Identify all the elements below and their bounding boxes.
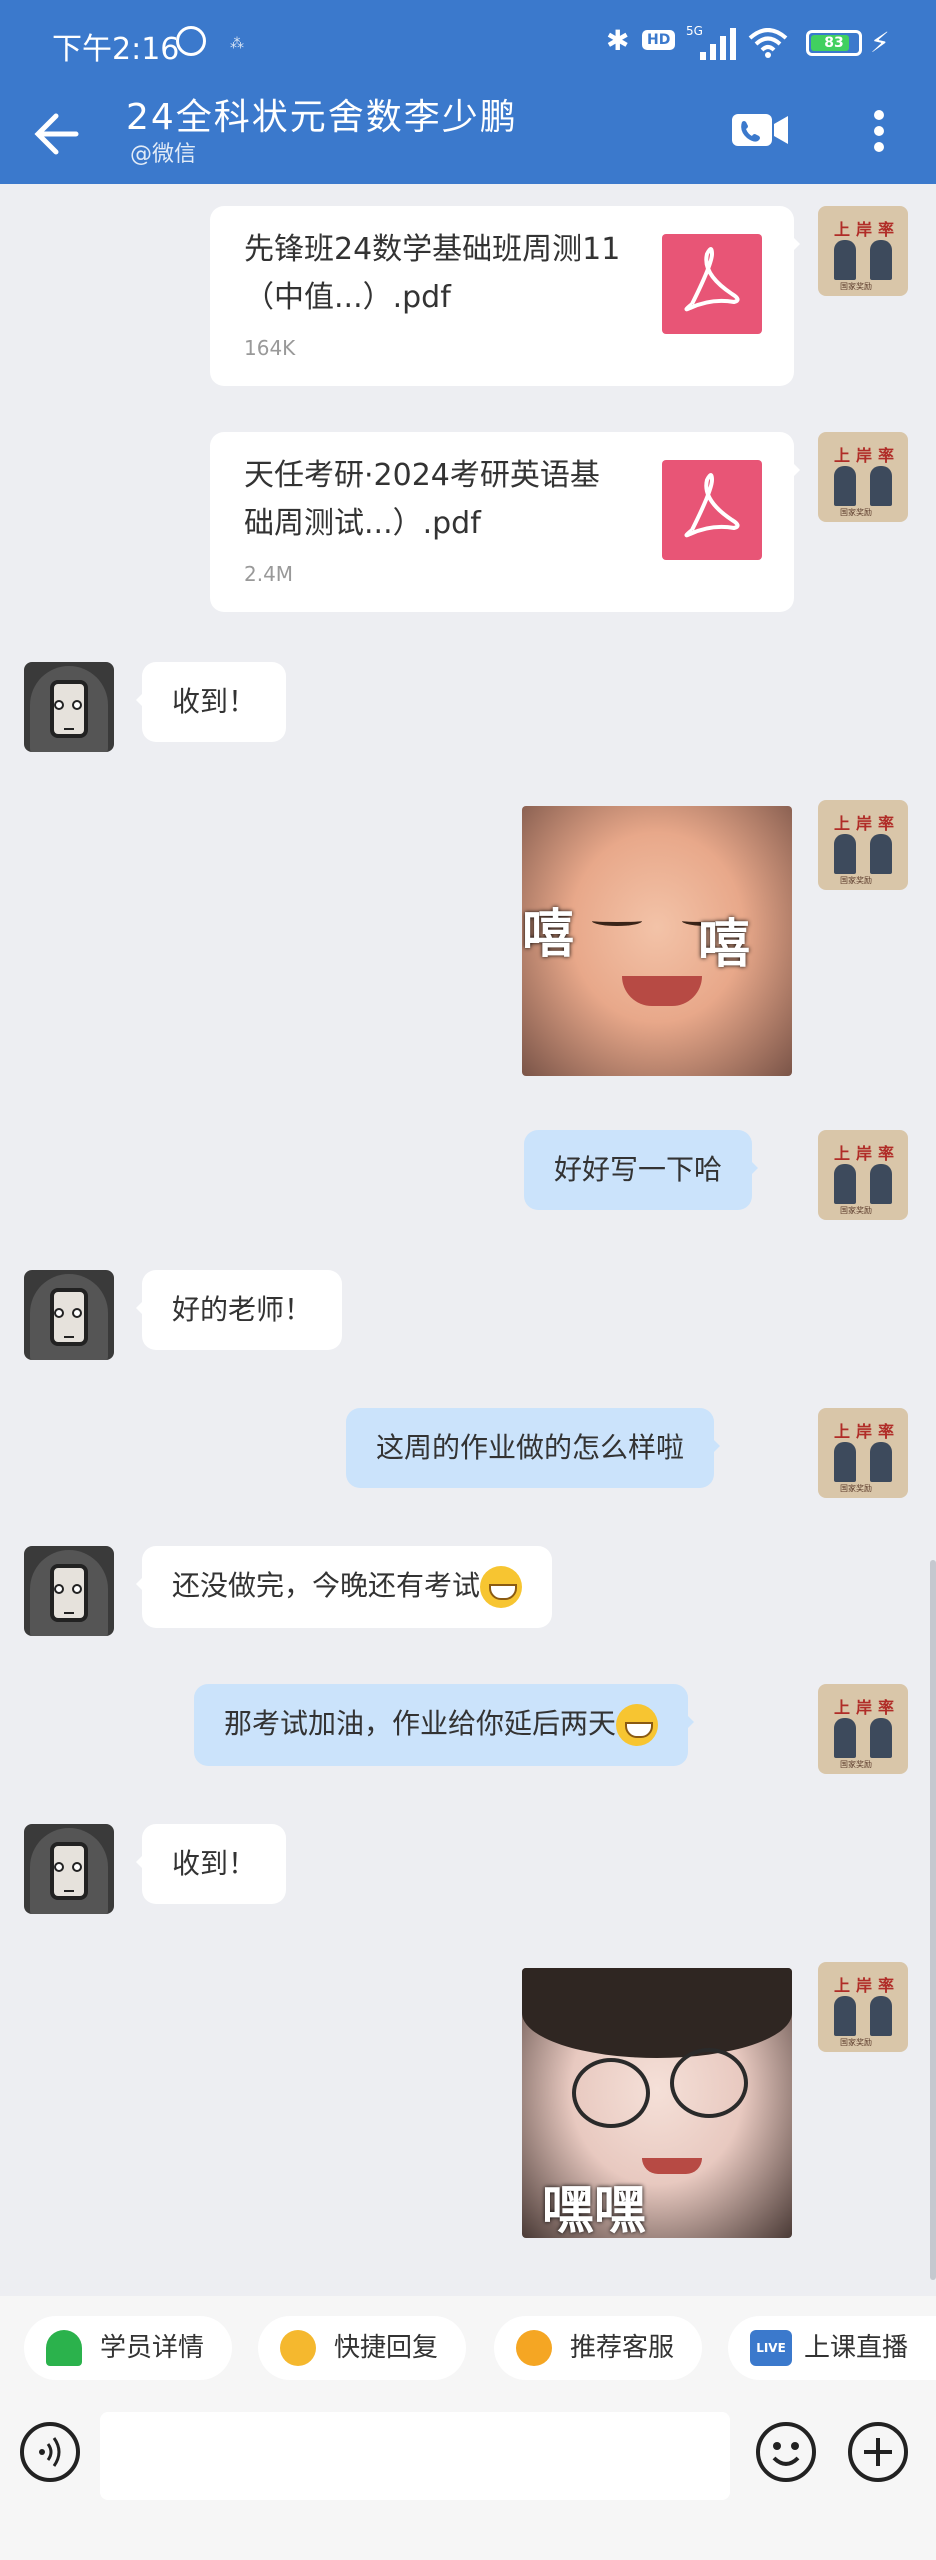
signal-icon (686, 26, 738, 60)
sticker-image[interactable]: 嘿嘿 (522, 1968, 792, 2238)
service-icon (516, 2330, 552, 2366)
user-detail-icon (46, 2330, 82, 2366)
wifi-icon (748, 28, 788, 58)
teacher-avatar[interactable]: 上岸率采 国家奖励 (818, 432, 908, 522)
battery-level: 83 (824, 35, 844, 51)
sticker-caption: 嘿嘿 (542, 2181, 647, 2238)
teacher-avatar[interactable]: 上岸率采 国家奖励 (818, 1962, 908, 2052)
teacher-avatar[interactable]: 上岸率采 国家奖励 (818, 1684, 908, 1774)
top-bar: 下午2:16 ⁂ ✱ HD 5G 83 ⚡ 24全科状元舍数李少鹏 @微信 (0, 0, 936, 184)
add-more-icon[interactable] (846, 2420, 910, 2484)
voice-input-icon[interactable] (18, 2420, 82, 2484)
file-message[interactable]: 天任考研·2024考研英语基础周测试...）.pdf 2.4M (210, 432, 800, 612)
emoji-picker-icon[interactable] (754, 2420, 818, 2484)
alarm-icon (176, 26, 206, 56)
sticker-caption: 嘻 (698, 915, 751, 975)
file-size: 164K (244, 336, 296, 360)
file-name: 先锋班24数学基础班周测11（中值...）.pdf (244, 232, 621, 315)
hd-badge: HD (642, 30, 676, 50)
teacher-avatar[interactable]: 上岸率采 国家奖励 (818, 1408, 908, 1498)
chat-title: 24全科状元舍数李少鹏 (126, 97, 518, 138)
chat-subtitle: @微信 (130, 142, 197, 167)
message-bubble[interactable]: 那考试加油，作业给你延后两天 (194, 1684, 695, 1766)
teacher-avatar[interactable]: 上岸率采 国家奖励 (818, 206, 908, 296)
file-message[interactable]: 先锋班24数学基础班周测11（中值...）.pdf 164K (210, 206, 800, 386)
sticker-image[interactable]: 嘻 嘻 (522, 806, 792, 1076)
quick-action-quick-reply[interactable]: 快捷回复 (258, 2316, 467, 2380)
notification-mark: ⁂ (230, 36, 244, 52)
pdf-icon (662, 460, 762, 560)
student-avatar[interactable] (24, 1546, 114, 1636)
bluetooth-icon: ✱ (606, 24, 630, 57)
more-options-icon[interactable] (864, 98, 894, 162)
student-avatar[interactable] (24, 1824, 114, 1914)
message-bubble[interactable]: 收到！ (135, 1824, 287, 1904)
message-bubble[interactable]: 收到！ (135, 662, 287, 742)
message-text: 那考试加油，作业给你延后两天 (224, 1707, 617, 1740)
nav-bar: 24全科状元舍数李少鹏 @微信 (0, 88, 936, 184)
quick-reply-icon (280, 2330, 316, 2366)
student-avatar[interactable] (24, 662, 114, 752)
battery-icon: 83 (806, 30, 862, 56)
message-bubble[interactable]: 还没做完，今晚还有考试 (135, 1546, 553, 1628)
charging-icon: ⚡ (870, 26, 890, 59)
file-name: 天任考研·2024考研英语基础周测试...）.pdf (244, 458, 600, 541)
quick-action-service[interactable]: 推荐客服 (494, 2316, 703, 2380)
teacher-avatar[interactable]: 上岸率采 国家奖励 (818, 800, 908, 890)
student-avatar[interactable] (24, 1270, 114, 1360)
status-bar: 下午2:16 ⁂ ✱ HD 5G 83 ⚡ (0, 0, 936, 88)
back-arrow-icon[interactable] (28, 104, 88, 164)
quick-action-student-detail[interactable]: 学员详情 (24, 2316, 233, 2380)
video-call-icon[interactable] (730, 106, 790, 154)
scrollbar[interactable] (930, 1560, 936, 2280)
message-input[interactable] (100, 2412, 730, 2500)
message-text: 还没做完，今晚还有考试 (172, 1569, 481, 1602)
message-bubble[interactable]: 这周的作业做的怎么样啦 (346, 1408, 721, 1488)
file-size: 2.4M (244, 562, 294, 586)
bottom-panel: 学员详情 快捷回复 推荐客服 LIVE 上课直播 (0, 2296, 936, 2560)
grinning-face-icon (616, 1704, 659, 1746)
pdf-icon (662, 234, 762, 334)
message-bubble[interactable]: 好好写一下哈 (524, 1130, 759, 1210)
quick-action-live[interactable]: LIVE 上课直播 (728, 2316, 936, 2380)
live-icon: LIVE (750, 2330, 792, 2366)
teacher-avatar[interactable]: 上岸率采 国家奖励 (818, 1130, 908, 1220)
message-bubble[interactable]: 好的老师！ (135, 1270, 343, 1350)
sticker-caption: 嘻 (522, 905, 575, 965)
crying-laughing-icon (480, 1566, 523, 1608)
status-time: 下午2:16 (52, 32, 180, 67)
